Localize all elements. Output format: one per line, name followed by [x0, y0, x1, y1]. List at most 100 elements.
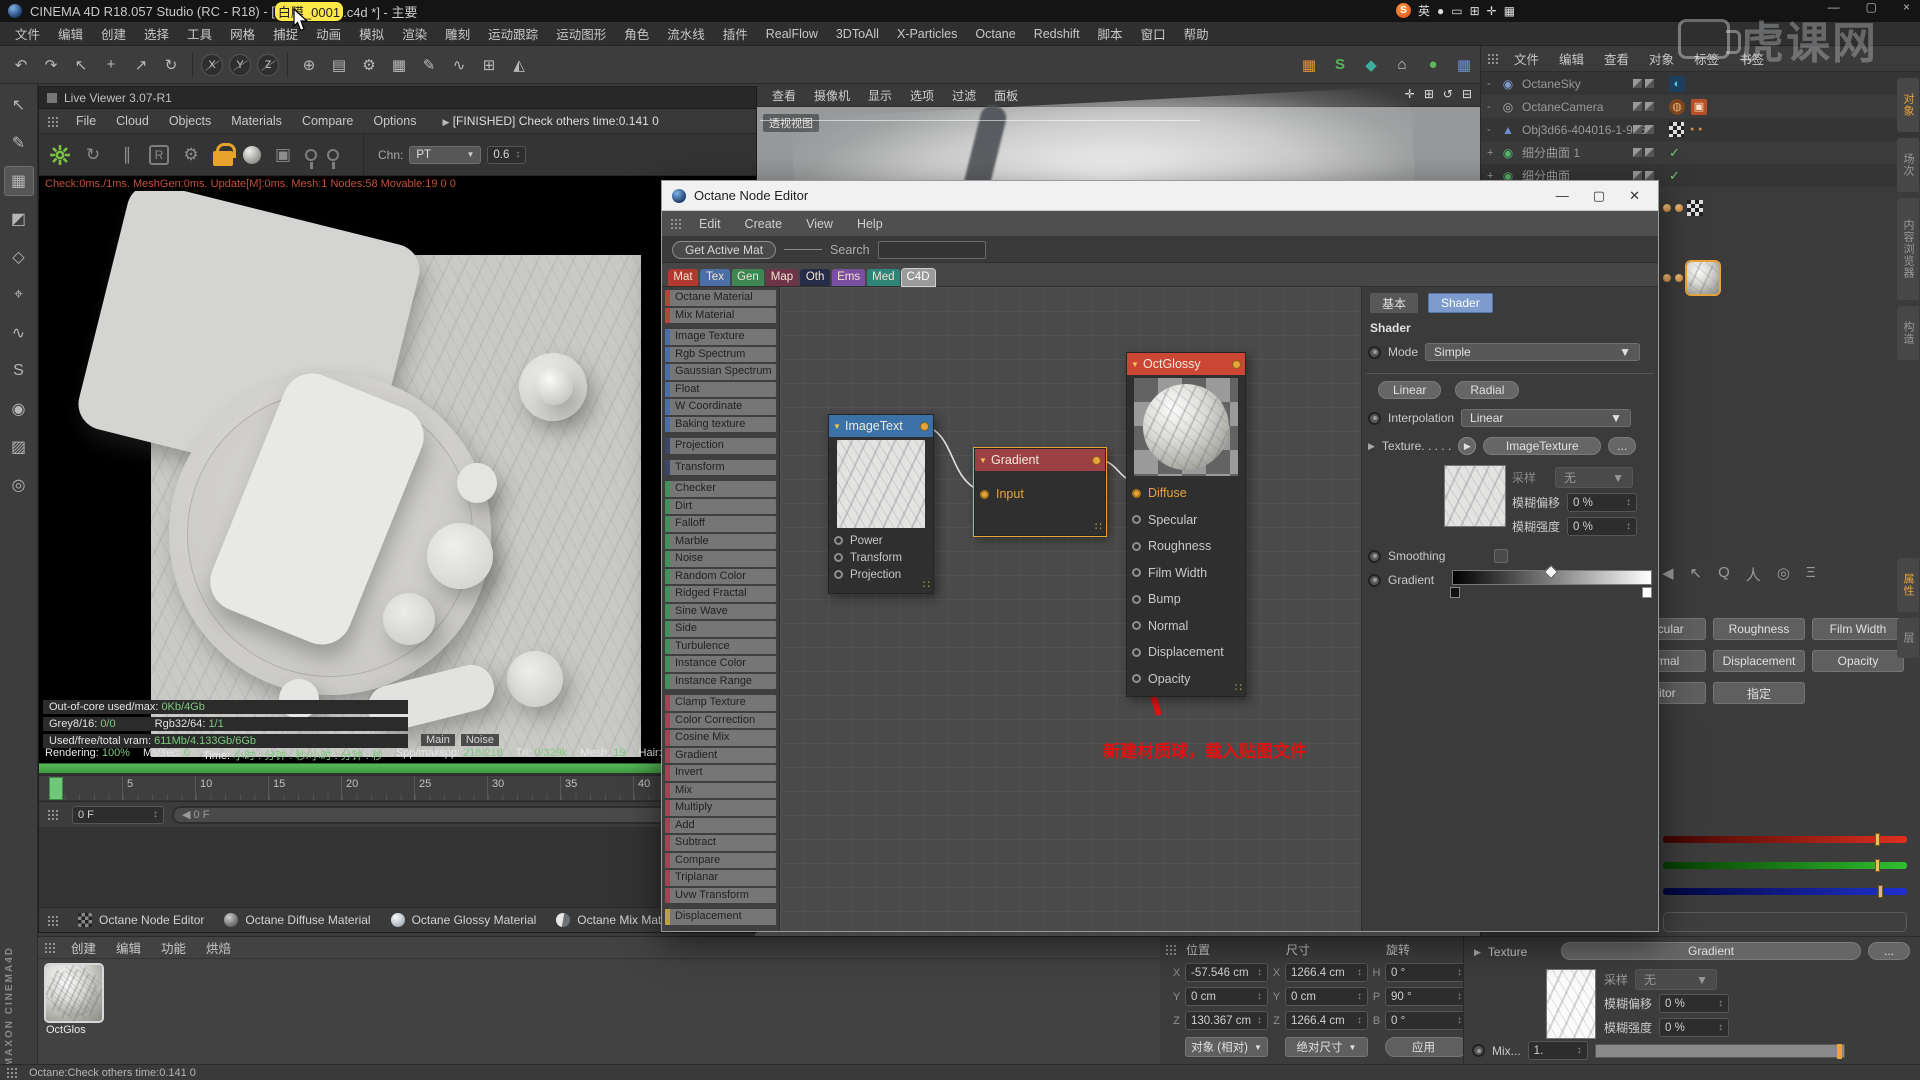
rotate-icon[interactable]: ↻ — [158, 52, 184, 78]
side-tab-内容浏览器[interactable]: 内容浏览器 — [1897, 198, 1919, 300]
visibility-toggles[interactable] — [1633, 148, 1654, 157]
pen-icon[interactable]: ✎ — [416, 52, 442, 78]
timeline-playhead[interactable] — [49, 777, 63, 800]
node-type-item[interactable]: Instance Color — [665, 656, 776, 672]
node-type-item[interactable]: Baking texture — [665, 417, 776, 433]
node-type-item[interactable]: Gradient — [665, 748, 776, 764]
live-viewer-menu-item[interactable]: File — [66, 114, 106, 128]
port-dot[interactable] — [980, 490, 989, 499]
minimize-button[interactable]: — — [1556, 188, 1569, 204]
node-type-item[interactable]: Rgb Spectrum — [665, 347, 776, 363]
port-dot[interactable] — [1132, 515, 1141, 524]
back-arrow-icon[interactable]: ◀ — [1662, 564, 1674, 585]
material-manager-menu-item[interactable]: 编辑 — [106, 938, 151, 957]
node-category-tab[interactable]: Map — [766, 269, 798, 286]
buffer-tab[interactable]: Noise — [461, 734, 499, 747]
menu-item[interactable]: 渲染 — [393, 24, 436, 43]
restore-button[interactable]: ▢ — [1866, 0, 1877, 14]
material-preview-icon[interactable] — [243, 146, 261, 164]
node-type-item[interactable]: Invert — [665, 765, 776, 781]
node-type-item[interactable]: Subtract — [665, 835, 776, 851]
node-type-item[interactable]: Gaussian Spectrum — [665, 364, 776, 380]
maximize-view-icon[interactable]: ⊟ — [1462, 87, 1472, 101]
node-type-item[interactable]: Dirt — [665, 499, 776, 515]
object-name[interactable]: Obj3d66-404016-1-976 — [1522, 123, 1646, 137]
menu-item[interactable]: 编辑 — [49, 24, 92, 43]
node-editor-menu-item[interactable]: Edit — [687, 217, 733, 231]
material-channel-button[interactable]: Roughness — [1713, 618, 1805, 640]
panel-grip-icon[interactable] — [1487, 53, 1500, 64]
cursor-icon[interactable]: ↖ — [1690, 564, 1703, 585]
texture-thumbnail[interactable] — [1444, 465, 1506, 527]
sampling-dropdown[interactable]: 无▼ — [1555, 467, 1633, 488]
axis-lock-button[interactable]: X — [201, 54, 223, 76]
object-manager-menu-item[interactable]: 对象 — [1639, 49, 1684, 68]
node-type-item[interactable]: Mix Material — [665, 308, 776, 324]
blue-slider[interactable] — [1663, 888, 1907, 895]
region-render-button[interactable]: R — [149, 145, 169, 165]
input-port-row[interactable]: Bump — [1127, 586, 1245, 613]
port-dot[interactable] — [834, 536, 843, 545]
texture-more-button[interactable]: ... — [1608, 437, 1636, 455]
object-manager-menu-item[interactable]: 标签 — [1684, 49, 1729, 68]
collapse-triangle-icon[interactable]: ▼ — [979, 456, 987, 465]
mic-icon[interactable]: ● — [1437, 4, 1444, 18]
green-slider[interactable] — [1663, 862, 1907, 869]
node-type-item[interactable]: Projection — [665, 438, 776, 454]
collapse-triangle-icon[interactable]: ▼ — [833, 422, 841, 431]
node-type-item[interactable]: Cosine Mix — [665, 730, 776, 746]
viewport-menu-item[interactable]: 选项 — [901, 87, 943, 104]
stepper-icon[interactable]: ↕ — [1357, 991, 1362, 1002]
node-editor-menu-item[interactable]: View — [794, 217, 845, 231]
live-viewer-menu-item[interactable]: Options — [363, 114, 426, 128]
redo-icon[interactable]: ↷ — [38, 52, 64, 78]
tab-shader[interactable]: Shader — [1428, 293, 1493, 313]
stepper-icon[interactable]: ↕ — [1257, 967, 1262, 978]
gradient-node[interactable]: ▼ Gradient Input ∷ — [974, 448, 1106, 536]
output-port[interactable] — [1232, 360, 1241, 369]
input-port-row[interactable]: Normal — [1127, 613, 1245, 640]
pause-icon[interactable]: ∥ — [115, 143, 139, 167]
gradient-shader-button[interactable]: Gradient — [1561, 942, 1861, 960]
output-port[interactable] — [1092, 456, 1101, 465]
coord-field[interactable]: 0 °↕ — [1385, 963, 1468, 982]
render-view[interactable]: Out-of-core used/max:0Kb/4Gb Grey8/16:0/… — [39, 191, 756, 763]
close-button[interactable]: × — [1903, 0, 1910, 14]
resize-grip-icon[interactable]: ∷ — [1095, 520, 1102, 533]
octane-logo-icon[interactable] — [49, 144, 71, 166]
viewport-menu-item[interactable]: 查看 — [763, 87, 805, 104]
pointer-tool-icon[interactable]: ↖ — [4, 90, 34, 120]
menu-item[interactable]: RealFlow — [757, 27, 827, 41]
node-category-tab[interactable]: Gen — [732, 269, 764, 286]
port-dot[interactable] — [1132, 621, 1141, 630]
object-tags[interactable] — [1669, 99, 1707, 115]
viewport-menu-item[interactable]: 过滤 — [943, 87, 985, 104]
side-tab-场次[interactable]: 场次 — [1897, 138, 1919, 192]
axis-lock-button[interactable]: Z — [257, 54, 279, 76]
menu-item[interactable]: 3DToAll — [827, 27, 888, 41]
live-viewer-menu-item[interactable]: Objects — [159, 114, 221, 128]
undo-icon[interactable]: ↶ — [8, 52, 34, 78]
frame-number-field[interactable]: 0 F↕ — [72, 806, 164, 824]
channel-value-field[interactable]: 0.6↕ — [487, 146, 526, 164]
menu-item[interactable]: X-Particles — [888, 27, 966, 41]
visibility-toggles[interactable] — [1633, 79, 1654, 88]
node-category-tab[interactable]: Ems — [832, 269, 865, 286]
node-type-item[interactable]: Ridged Fractal — [665, 586, 776, 602]
pick-object-pin-icon[interactable] — [327, 149, 339, 161]
blur-strength-field[interactable]: 0 %↕ — [1567, 517, 1637, 536]
menu-item[interactable]: 窗口 — [1132, 24, 1175, 43]
stepper-icon[interactable]: ↕ — [1257, 991, 1262, 1002]
mix-value-field[interactable]: 1.↕ — [1528, 1041, 1588, 1060]
material-manager-menu-item[interactable]: 烘焙 — [196, 938, 241, 957]
interpolation-dropdown[interactable]: Linear▼ — [1461, 409, 1631, 427]
coord-field[interactable]: 0 cm↕ — [1285, 987, 1368, 1006]
gradient-knot-left[interactable] — [1450, 587, 1460, 598]
object-manager-menu-item[interactable]: 编辑 — [1549, 49, 1594, 68]
object-tags[interactable] — [1669, 122, 1703, 137]
get-active-mat-button[interactable]: Get Active Mat — [672, 241, 776, 259]
blur-strength-field[interactable]: 0 %↕ — [1659, 1018, 1729, 1037]
knife-tool-icon[interactable]: ◩ — [4, 204, 34, 234]
port-dot[interactable] — [834, 553, 843, 562]
expand-arrow-icon[interactable]: ▶ — [1474, 947, 1481, 958]
